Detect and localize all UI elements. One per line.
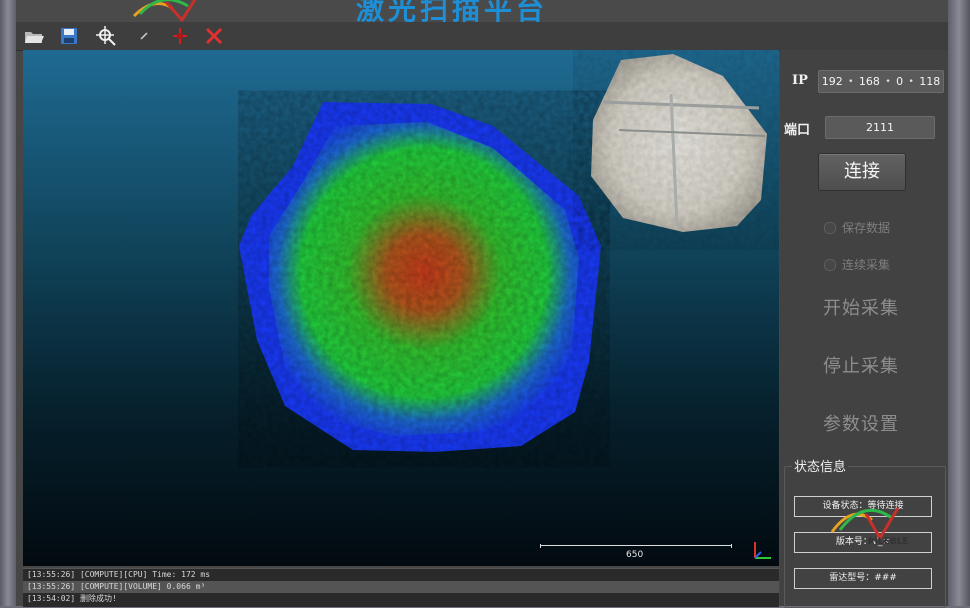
port-input[interactable]: 2111 [825,116,935,139]
ip-octet-4[interactable]: 118 [919,75,940,88]
log-line: [13:54:02] 删除成功! [27,594,117,603]
delete-button[interactable] [202,25,226,47]
ip-label: IP [792,73,808,88]
log-panel[interactable]: [13:55:26] [COMPUTE][CPU] Time: 172 ms [… [23,568,779,607]
delete-x-icon [205,27,223,45]
svg-text:PILEBLE: PILEBLE [868,537,909,546]
axis-gizmo-icon [754,542,771,559]
point-cloud-viewport[interactable]: 650 [23,50,779,566]
continuous-capture-checkbox[interactable]: 连续采集 [824,256,890,273]
checkbox-indicator [824,258,836,271]
parameter-settings-button[interactable]: 参数设置 [818,407,904,443]
stop-capture-button[interactable]: 停止采集 [818,349,904,385]
ip-address-input[interactable]: 192 • 168 • 0 • 118 [818,70,944,93]
open-folder-button[interactable] [22,25,46,47]
control-panel: IP 192 • 168 • 0 • 118 端口 2111 连接 保存数据 连续采集… [780,50,948,608]
small-marker-icon [140,32,148,40]
app-logo-icon [132,0,197,22]
pick-point-icon [96,26,116,46]
log-line: [13:55:26] [COMPUTE][CPU] Time: 172 ms [27,570,211,579]
checkbox-indicator [824,221,836,234]
main-window: 激光扫描平台 650 [13:55:26] [COMPUTE][CPU] Tim… [16,0,948,608]
ip-octet-1[interactable]: 192 [822,75,843,88]
title-bar: 激光扫描平台 [16,0,948,22]
ip-separator: • [848,76,854,87]
save-disk-icon [61,28,77,44]
scale-bar-label: 650 [626,550,644,560]
pick-point-button[interactable] [94,25,118,47]
marker-button[interactable] [132,25,156,47]
save-button[interactable] [57,25,81,47]
watermark-logo-icon: PILEBLE [830,507,909,546]
status-title: 状态信息 [792,456,849,475]
crosshair-button[interactable] [168,25,192,47]
scale-bar [540,544,732,548]
crosshair-icon [173,28,187,44]
ip-separator: • [885,76,891,87]
connect-button[interactable]: 连接 [818,153,906,191]
save-data-label: 保存数据 [842,221,891,235]
ip-separator: • [908,76,914,87]
radar-model-field: 雷达型号：### [794,568,932,589]
continuous-capture-label: 连续采集 [842,258,891,272]
right-window-frame [948,0,970,606]
start-capture-button[interactable]: 开始采集 [818,291,904,327]
save-data-checkbox[interactable]: 保存数据 [824,219,890,236]
left-window-frame [0,0,16,606]
open-folder-icon [25,32,44,43]
ip-octet-3[interactable]: 0 [896,75,903,88]
log-line: [13:55:26] [COMPUTE][VOLUME] 0.066 m³ [23,581,779,593]
toolbar [16,22,948,51]
app-title: 激光扫描平台 [356,0,549,22]
point-cloud-render [239,54,767,452]
port-label: 端口 [784,123,811,138]
ip-octet-2[interactable]: 168 [859,75,880,88]
